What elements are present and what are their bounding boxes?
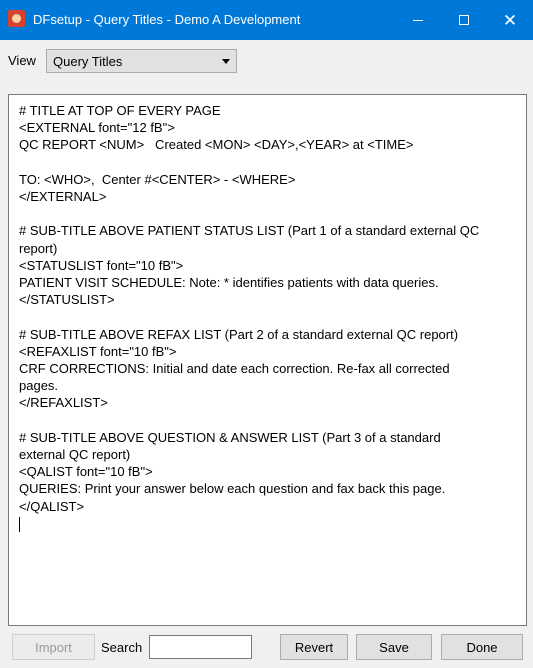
maximize-icon [459, 15, 469, 25]
close-icon: ✕ [502, 10, 518, 30]
editor-line: PATIENT VISIT SCHEDULE: Note: * identifi… [19, 275, 439, 290]
query-titles-editor[interactable]: # TITLE AT TOP OF EVERY PAGE <EXTERNAL fo… [8, 94, 527, 626]
editor-line: QUERIES: Print your answer below each qu… [19, 481, 446, 497]
editor-line: # TITLE AT TOP OF EVERY PAGE [19, 103, 221, 118]
chevron-down-icon [222, 59, 230, 64]
view-select-value: Query Titles [53, 53, 123, 69]
title-bar: DFsetup - Query Titles - Demo A Developm… [0, 0, 533, 40]
maximize-button[interactable] [441, 0, 487, 40]
editor-line: pages. [19, 378, 59, 394]
editor-line: <STATUSLIST font="10 fB"> [19, 257, 184, 273]
view-select[interactable]: Query Titles [46, 49, 237, 73]
save-button[interactable]: Save [356, 634, 432, 660]
editor-line: external QC report) [19, 447, 131, 462]
minimize-icon [413, 19, 423, 21]
search-label: Search [101, 640, 143, 655]
editor-line: # SUB-TITLE ABOVE REFAX LIST (Part 2 of … [19, 326, 459, 342]
editor-line: <REFAXLIST font="10 fB"> [19, 343, 177, 359]
editor-line: # SUB-TITLE ABOVE PATIENT STATUS LIST (P… [19, 223, 480, 239]
editor-line: </QALIST> [19, 498, 85, 514]
editor-line: TO: <WHO>, Center #<CENTER> - <WHERE> [19, 171, 296, 187]
minimize-button[interactable] [395, 0, 441, 40]
editor-line: <EXTERNAL font="12 fB"> [19, 120, 175, 136]
editor-line: report) [19, 240, 58, 256]
editor-line: CRF CORRECTIONS: Initial and date each c… [19, 361, 450, 376]
view-row: View Query Titles [0, 49, 533, 73]
revert-button[interactable]: Revert [280, 634, 348, 660]
done-button[interactable]: Done [441, 634, 523, 660]
close-button[interactable]: ✕ [487, 0, 533, 40]
editor-line: # SUB-TITLE ABOVE QUESTION & ANSWER LIST… [19, 429, 441, 445]
editor-line: </STATUSLIST> [19, 292, 115, 308]
bottom-toolbar: Import Search Revert Save Done [0, 634, 533, 660]
import-button[interactable]: Import [12, 634, 95, 660]
editor-line: </EXTERNAL> [19, 189, 107, 204]
editor-line: QC REPORT <NUM> Created <MON> <DAY>,<YEA… [19, 137, 414, 153]
text-caret [19, 516, 20, 532]
dfsetup-app-icon [8, 10, 25, 27]
editor-caret-line [19, 515, 522, 532]
editor-line: </REFAXLIST> [19, 395, 108, 411]
view-label: View [8, 53, 36, 68]
window-title: DFsetup - Query Titles - Demo A Developm… [33, 12, 301, 27]
search-input[interactable] [149, 635, 252, 659]
editor-line: <QALIST font="10 fB"> [19, 464, 153, 480]
